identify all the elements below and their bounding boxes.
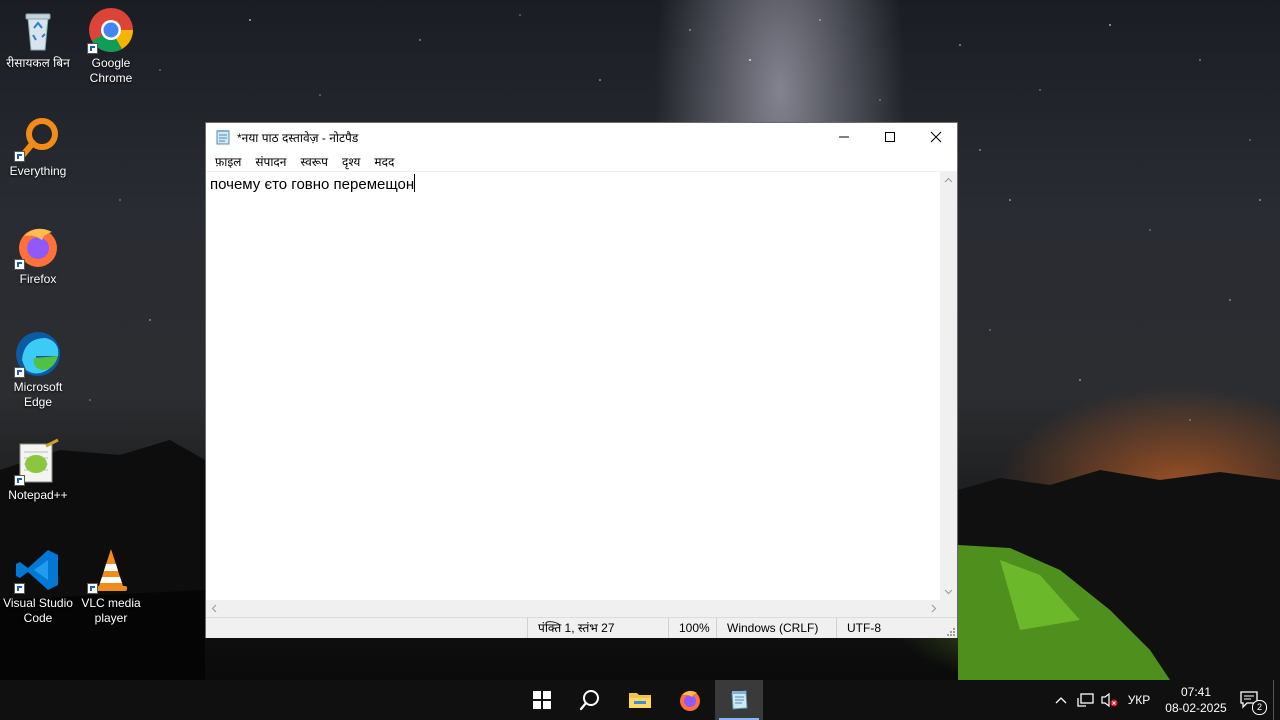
desktop-icon-label: Everything: [9, 164, 67, 178]
desktop-icon-firefox[interactable]: Firefox: [0, 222, 76, 287]
chevron-up-icon: [1055, 697, 1067, 704]
desktop-icon-vscode[interactable]: Visual Studio Code: [0, 546, 76, 626]
close-icon: [930, 131, 942, 143]
text-editor[interactable]: почему єто говно перемещон: [206, 172, 942, 600]
recycle-bin-icon: [14, 6, 62, 54]
chrome-icon: [87, 6, 135, 54]
file-explorer-icon: [629, 693, 651, 708]
notepad-icon: [731, 690, 748, 710]
status-encoding: UTF-8: [836, 618, 946, 638]
desktop-icon-vlc[interactable]: VLC media player: [73, 546, 149, 626]
desktop-icon-everything[interactable]: Everything: [0, 114, 76, 179]
desktop-icon-edge[interactable]: Microsoft Edge: [0, 330, 76, 410]
desktop-icon-chrome[interactable]: Google Chrome: [73, 6, 149, 86]
document-text-value: почему єто говно перемещон: [210, 176, 415, 193]
action-center-button[interactable]: 2: [1232, 680, 1268, 720]
desktop-icon-label: Google Chrome: [89, 56, 133, 85]
text-caret: [414, 174, 416, 192]
search-icon: [579, 690, 599, 711]
title-bar[interactable]: *नया पाठ दस्तावेज़ - नोटपैड: [206, 123, 957, 151]
minimize-button[interactable]: [821, 123, 867, 151]
desktop-icon-label: रीसायकल बिन: [6, 56, 70, 70]
desktop-icon-notepad-plus-plus[interactable]: Notepad++: [0, 438, 76, 503]
volume-muted-icon: [1101, 692, 1118, 708]
show-desktop-button[interactable]: [1273, 680, 1280, 720]
vscode-icon: [14, 546, 62, 594]
minimize-icon: [839, 136, 849, 138]
search-button[interactable]: [566, 680, 614, 720]
start-icon: [533, 691, 551, 709]
firefox-icon: [680, 690, 700, 711]
clock-date: 08-02-2025: [1165, 701, 1227, 715]
close-button[interactable]: [913, 123, 959, 151]
edge-icon: [14, 330, 62, 378]
taskbar-notepad[interactable]: [715, 680, 763, 720]
desktop-icon-label: Notepad++: [8, 488, 68, 502]
system-clock[interactable]: 07:41 08-02-2025: [1156, 684, 1236, 716]
shortcut-arrow-icon: [14, 151, 25, 162]
network-icon: [1077, 693, 1094, 707]
shortcut-arrow-icon: [14, 475, 25, 486]
desktop-icon-label: Firefox: [19, 272, 57, 286]
document-text[interactable]: почему єто говно перемещон: [210, 174, 416, 193]
desktop-icon-label: Visual Studio Code: [3, 596, 73, 625]
notification-count-badge: 2: [1252, 700, 1267, 715]
menu-bar: फ़ाइल संपादन स्वरूप दृश्य मदद: [206, 151, 957, 172]
firefox-icon: [14, 222, 62, 270]
desktop-icon-recycle-bin[interactable]: रीसायकल बिन: [0, 6, 76, 71]
menu-edit[interactable]: संपादन: [248, 153, 293, 170]
network-button[interactable]: [1074, 680, 1098, 720]
taskbar-file-explorer[interactable]: [616, 680, 664, 720]
shortcut-arrow-icon: [87, 583, 98, 594]
menu-help[interactable]: मदद: [367, 153, 401, 170]
language-indicator[interactable]: УКР: [1122, 680, 1156, 720]
notepad-plus-plus-icon: [14, 438, 62, 486]
notepad-icon: [215, 129, 231, 145]
desktop-icon-label: VLC media player: [81, 596, 141, 625]
status-line-ending: Windows (CRLF): [716, 618, 836, 638]
resize-grip-icon[interactable]: [945, 626, 955, 636]
start-button[interactable]: [518, 680, 566, 720]
vlc-icon: [87, 546, 135, 594]
vertical-scrollbar[interactable]: [940, 172, 957, 600]
shortcut-arrow-icon: [14, 583, 25, 594]
shortcut-arrow-icon: [14, 367, 25, 378]
status-zoom: 100%: [668, 618, 716, 638]
show-hidden-icons-button[interactable]: [1050, 680, 1072, 720]
scrollbar-corner: [940, 600, 957, 617]
volume-button[interactable]: [1098, 680, 1120, 720]
maximize-button[interactable]: [867, 123, 913, 151]
menu-format[interactable]: स्वरूप: [293, 153, 334, 170]
scroll-up-icon[interactable]: [940, 172, 957, 189]
scroll-left-icon[interactable]: [206, 600, 223, 617]
window-title: *नया पाठ दस्तावेज़ - नोटपैड: [237, 130, 359, 145]
maximize-icon: [885, 132, 895, 142]
shortcut-arrow-icon: [87, 43, 98, 54]
everything-search-icon: [14, 114, 62, 162]
desktop-icon-label: Microsoft Edge: [13, 380, 63, 409]
scroll-down-icon[interactable]: [940, 583, 957, 600]
clock-time: 07:41: [1180, 685, 1212, 699]
horizontal-scrollbar[interactable]: [206, 600, 942, 617]
taskbar: УКР 07:41 08-02-2025 2: [0, 680, 1280, 720]
menu-view[interactable]: दृश्य: [335, 153, 367, 170]
menu-file[interactable]: फ़ाइल: [208, 153, 248, 170]
status-bar: पंक्ति 1, स्तंभ 27 100% Windows (CRLF) U…: [206, 617, 957, 638]
status-cursor-position: पंक्ति 1, स्तंभ 27: [527, 618, 668, 638]
shortcut-arrow-icon: [14, 259, 25, 270]
notepad-window[interactable]: *नया पाठ दस्तावेज़ - नोटपैड फ़ाइल संपादन…: [205, 122, 958, 638]
taskbar-firefox[interactable]: [666, 680, 714, 720]
